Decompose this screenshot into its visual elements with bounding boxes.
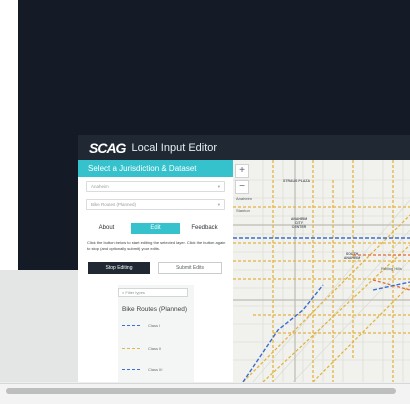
editor-panel: Select a Jurisdiction & Dataset Anaheim … [78,160,233,382]
page-background-gray [0,270,78,382]
local-input-editor-window: SCAG Local Input Editor Select a Jurisdi… [78,135,410,382]
legend-item-class-3: Class III [122,367,162,372]
map-label-south-anaheim: SOUTH ANAHEIM [343,252,361,260]
panel-tabs: About Edit Feedback [82,223,229,234]
app-title: Local Input Editor [131,141,218,154]
filter-types-placeholder: Filter types [125,290,145,295]
chevron-down-icon: ▾ [217,202,220,207]
legend-swatch [122,369,140,370]
legend-swatch [122,325,140,326]
search-icon: ⌕ [122,290,125,295]
filter-types-input[interactable]: ⌕ Filter types [118,288,188,297]
jurisdiction-select[interactable]: Anaheim ▾ [86,181,225,192]
legend-item-label: Class I [148,323,161,328]
tab-edit[interactable]: Edit [131,223,180,234]
map-label-anaheim: Anaheim [236,196,252,201]
submit-edits-button[interactable]: Submit Edits [158,262,222,274]
legend-item-label: Class II [148,346,162,351]
dataset-select[interactable]: Bike Routes (Planned) ▾ [86,199,225,210]
dataset-select-value: Bike Routes (Planned) [91,202,137,207]
app-header: SCAG Local Input Editor [78,135,410,160]
tab-about[interactable]: About [82,223,131,234]
map-label-straus-plaza: STRAUS PLAZA [283,179,311,183]
stop-editing-button[interactable]: Stop Editing [88,262,150,274]
map-label-rolling-hills: Rolling Hills [381,266,402,271]
legend-title: Bike Routes (Planned) [122,306,188,313]
legend-item-class-1: Class I [122,323,160,328]
jurisdiction-select-value: Anaheim [91,184,109,189]
scag-logo: SCAG [89,139,126,156]
map-label-city-center: ANAHEIM CITY CENTER [290,217,308,229]
zoom-in-button[interactable]: + [235,164,249,178]
legend-item-class-2: Class II [122,346,161,351]
legend-item-label: Class III [148,367,163,372]
map-roads [233,160,410,382]
zoom-out-button[interactable]: − [235,180,249,194]
tab-feedback[interactable]: Feedback [180,223,229,234]
edit-help-text: Click the button below to start editing … [87,240,226,251]
map-label-stanton: Stanton [236,208,250,213]
horizontal-scrollbar[interactable] [6,388,396,394]
page-background-left [0,0,18,270]
chevron-down-icon: ▾ [217,184,220,189]
panel-heading: Select a Jurisdiction & Dataset [78,160,233,177]
legend-swatch [122,348,140,349]
map-view[interactable]: + − STRAUS PLAZA ANAHEIM CITY CENTER SOU… [233,160,410,382]
